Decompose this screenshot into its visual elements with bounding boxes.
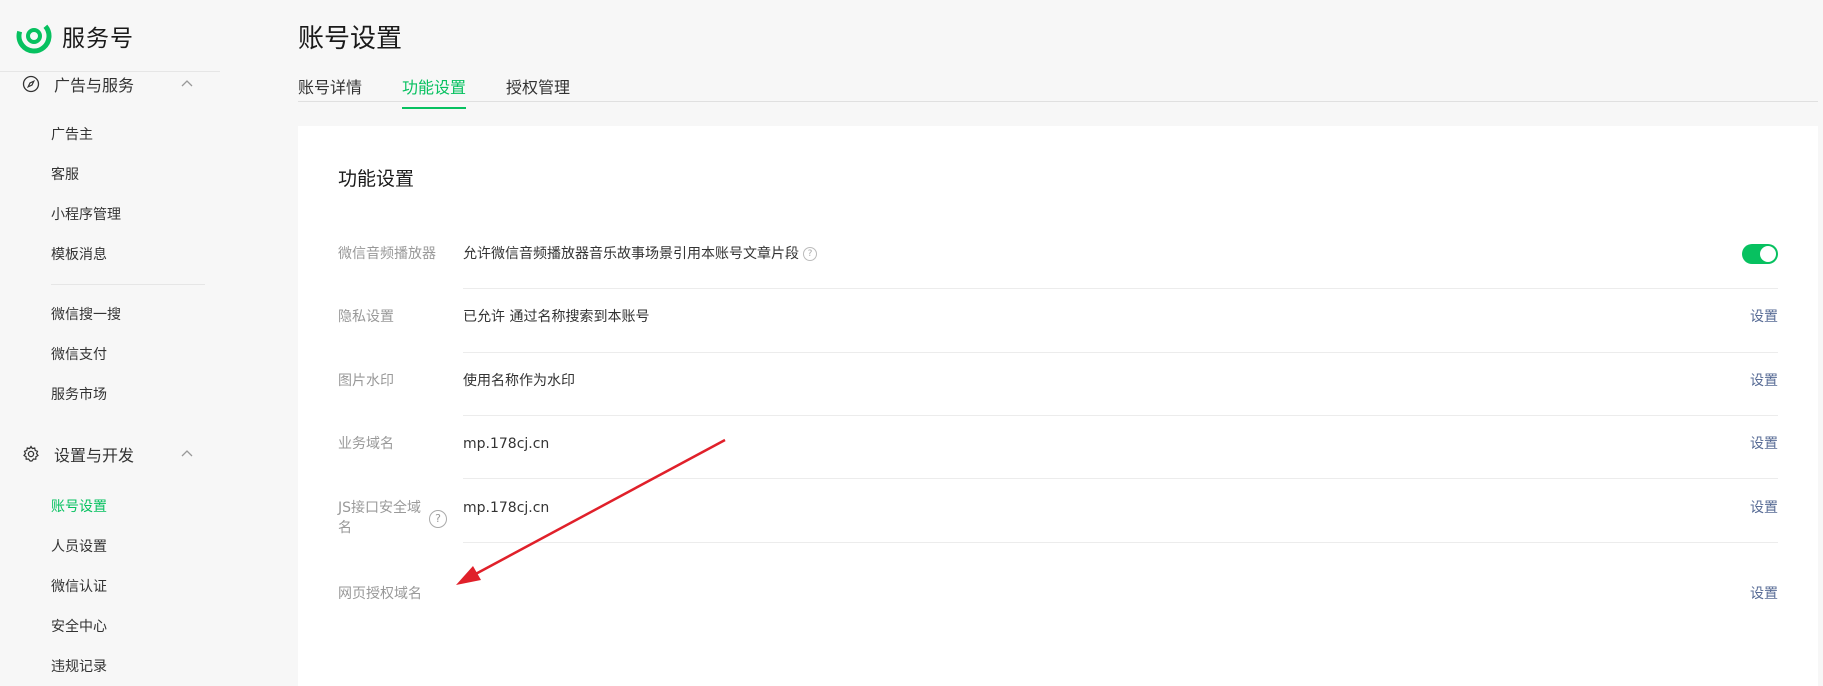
annotation-arrow	[456, 438, 726, 585]
annotation-arrow-shaft	[469, 438, 726, 579]
annotation-arrow-head	[456, 566, 481, 585]
